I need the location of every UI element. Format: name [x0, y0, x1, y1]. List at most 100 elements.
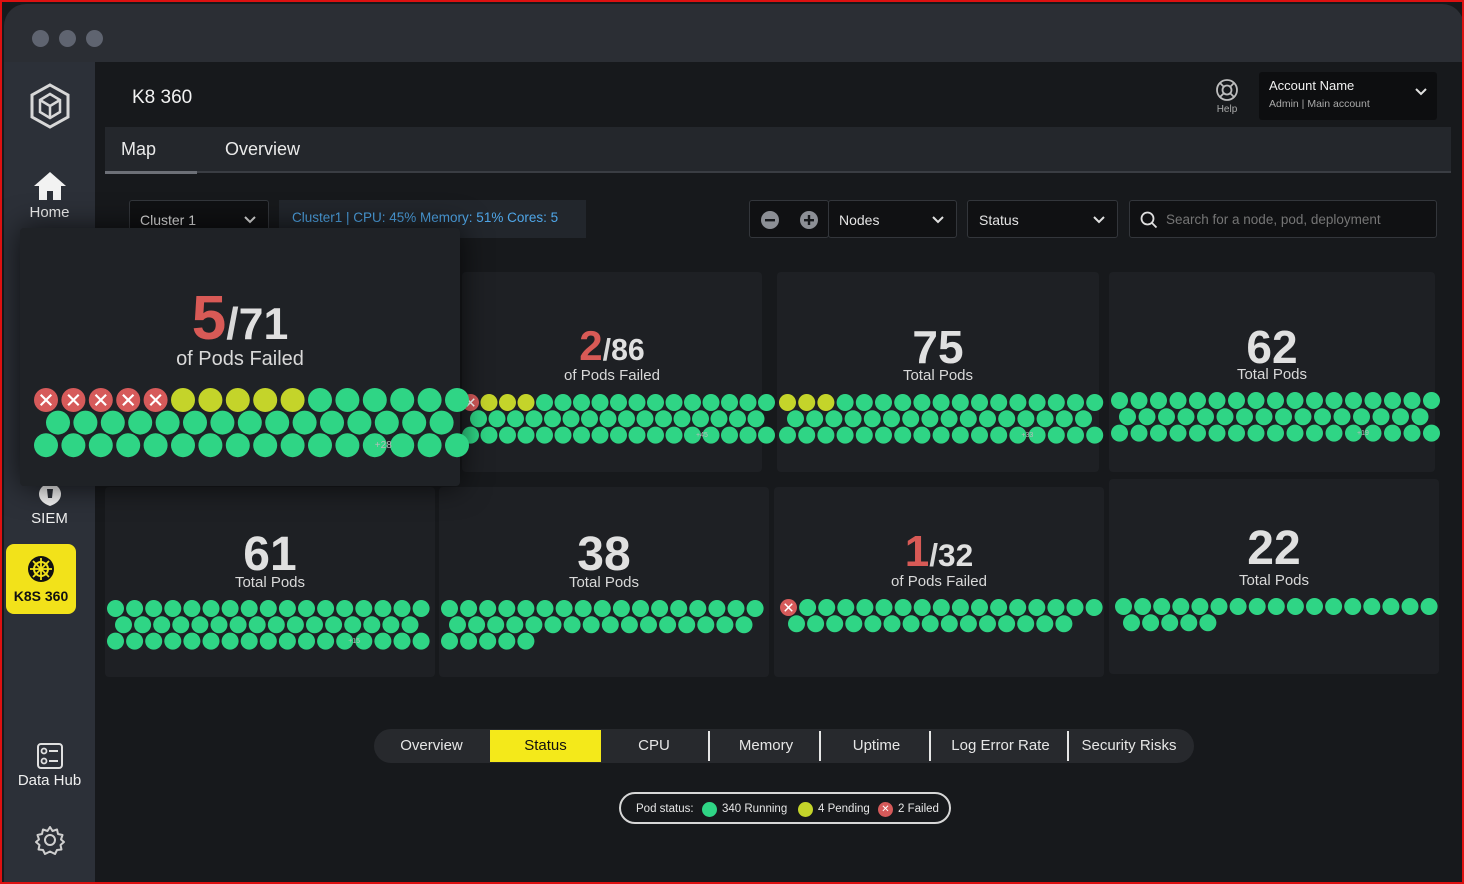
pod-running[interactable]: [445, 388, 469, 412]
pod-running[interactable]: [779, 426, 796, 444]
pod-pending[interactable]: [480, 394, 498, 411]
pod-running[interactable]: [1306, 392, 1323, 409]
pod-running[interactable]: [441, 600, 458, 617]
sidebar-item-data-hub[interactable]: Data Hub: [4, 742, 95, 789]
pod-running[interactable]: [480, 426, 498, 444]
pod-running[interactable]: [735, 616, 753, 634]
pod-running[interactable]: [1036, 615, 1054, 633]
pod-running[interactable]: [153, 616, 171, 634]
pod-running[interactable]: [1075, 410, 1092, 428]
metric-tab-status[interactable]: Status: [490, 730, 601, 762]
pod-running[interactable]: [721, 426, 738, 444]
pod-running[interactable]: [1138, 408, 1156, 426]
pod-running[interactable]: [807, 615, 825, 633]
pod-pending[interactable]: [817, 394, 835, 411]
pod-running[interactable]: [278, 600, 296, 617]
pod-running[interactable]: [412, 600, 430, 617]
pod-running[interactable]: [506, 616, 524, 634]
pod-running[interactable]: [73, 410, 98, 435]
pod-running[interactable]: [702, 394, 720, 411]
pod-running[interactable]: [429, 410, 454, 435]
pod-running[interactable]: [940, 410, 958, 428]
pod-running[interactable]: [940, 615, 958, 633]
pod-running[interactable]: [1119, 408, 1136, 426]
pod-running[interactable]: [306, 616, 323, 634]
pod-running[interactable]: [248, 616, 266, 634]
pod-running[interactable]: [1345, 392, 1362, 409]
pod-running[interactable]: [1047, 426, 1065, 444]
pod-running[interactable]: [488, 410, 506, 428]
pod-running[interactable]: [46, 410, 70, 435]
pod-running[interactable]: [692, 410, 709, 428]
pod-running[interactable]: [164, 600, 182, 617]
pod-running[interactable]: [1017, 615, 1035, 633]
pod-running[interactable]: [1208, 424, 1226, 442]
pod-running[interactable]: [1055, 615, 1073, 633]
pod-running[interactable]: [836, 394, 854, 411]
pod-running[interactable]: [1172, 598, 1190, 615]
pod-running[interactable]: [798, 426, 816, 444]
pod-pending[interactable]: [198, 388, 223, 412]
metric-tab-log-error-rate[interactable]: Log Error Rate: [934, 729, 1067, 763]
pod-running[interactable]: [990, 394, 1008, 411]
pod-running[interactable]: [267, 616, 285, 634]
pod-running[interactable]: [1086, 426, 1104, 444]
pod-running[interactable]: [1169, 424, 1187, 442]
pod-running[interactable]: [417, 388, 442, 412]
pod-running[interactable]: [855, 426, 873, 444]
pod-running[interactable]: [875, 394, 892, 411]
pod-running[interactable]: [1325, 392, 1343, 409]
pod-running[interactable]: [1236, 408, 1253, 426]
pod-running[interactable]: [932, 394, 950, 411]
pod-running[interactable]: [610, 394, 627, 411]
pod-running[interactable]: [191, 616, 209, 634]
pod-running[interactable]: [525, 616, 543, 634]
pod-running[interactable]: [979, 410, 996, 428]
pod-running[interactable]: [875, 599, 893, 616]
sidebar-item-home[interactable]: Home: [4, 170, 95, 221]
pod-running[interactable]: [374, 410, 399, 435]
pod-running[interactable]: [739, 394, 757, 411]
pod-running[interactable]: [183, 600, 201, 617]
pod-running[interactable]: [362, 388, 387, 412]
pod-running[interactable]: [401, 616, 419, 634]
pod-running[interactable]: [544, 410, 561, 428]
pod-running[interactable]: [393, 632, 411, 650]
pod-running[interactable]: [894, 599, 912, 616]
pod-pending[interactable]: [253, 388, 278, 412]
window-maximize-dot[interactable]: [86, 30, 103, 47]
pod-running[interactable]: [363, 616, 381, 634]
pod-running[interactable]: [298, 632, 315, 650]
pod-running[interactable]: [1158, 408, 1175, 426]
pod-running[interactable]: [1216, 408, 1234, 426]
pod-pending[interactable]: [779, 394, 796, 411]
pod-running[interactable]: [554, 426, 572, 444]
pod-running[interactable]: [1247, 424, 1265, 442]
pod-running[interactable]: [183, 410, 207, 435]
pod-running[interactable]: [1067, 426, 1084, 444]
pod-running[interactable]: [1047, 599, 1065, 616]
pod-running[interactable]: [470, 410, 487, 428]
search-box[interactable]: [1129, 200, 1437, 238]
pod-running[interactable]: [636, 410, 654, 428]
pod-running[interactable]: [1372, 408, 1390, 426]
pod-running[interactable]: [921, 615, 939, 633]
pod-running[interactable]: [951, 394, 969, 411]
pod-running[interactable]: [716, 616, 734, 634]
pod-running[interactable]: [317, 600, 335, 617]
pod-running[interactable]: [1028, 394, 1046, 411]
pod-running[interactable]: [145, 600, 163, 617]
pod-running[interactable]: [498, 600, 516, 617]
pod-running[interactable]: [727, 600, 745, 617]
pod-running[interactable]: [525, 410, 543, 428]
pod-running[interactable]: [1363, 598, 1381, 615]
pod-running[interactable]: [445, 433, 469, 458]
pod-running[interactable]: [591, 426, 609, 444]
more-pods-label[interactable]: +28: [375, 440, 392, 451]
pod-running[interactable]: [739, 426, 757, 444]
pod-running[interactable]: [390, 388, 415, 412]
pod-running[interactable]: [145, 632, 163, 650]
pod-running[interactable]: [573, 426, 590, 444]
pod-running[interactable]: [788, 615, 805, 633]
pod-running[interactable]: [554, 394, 572, 411]
